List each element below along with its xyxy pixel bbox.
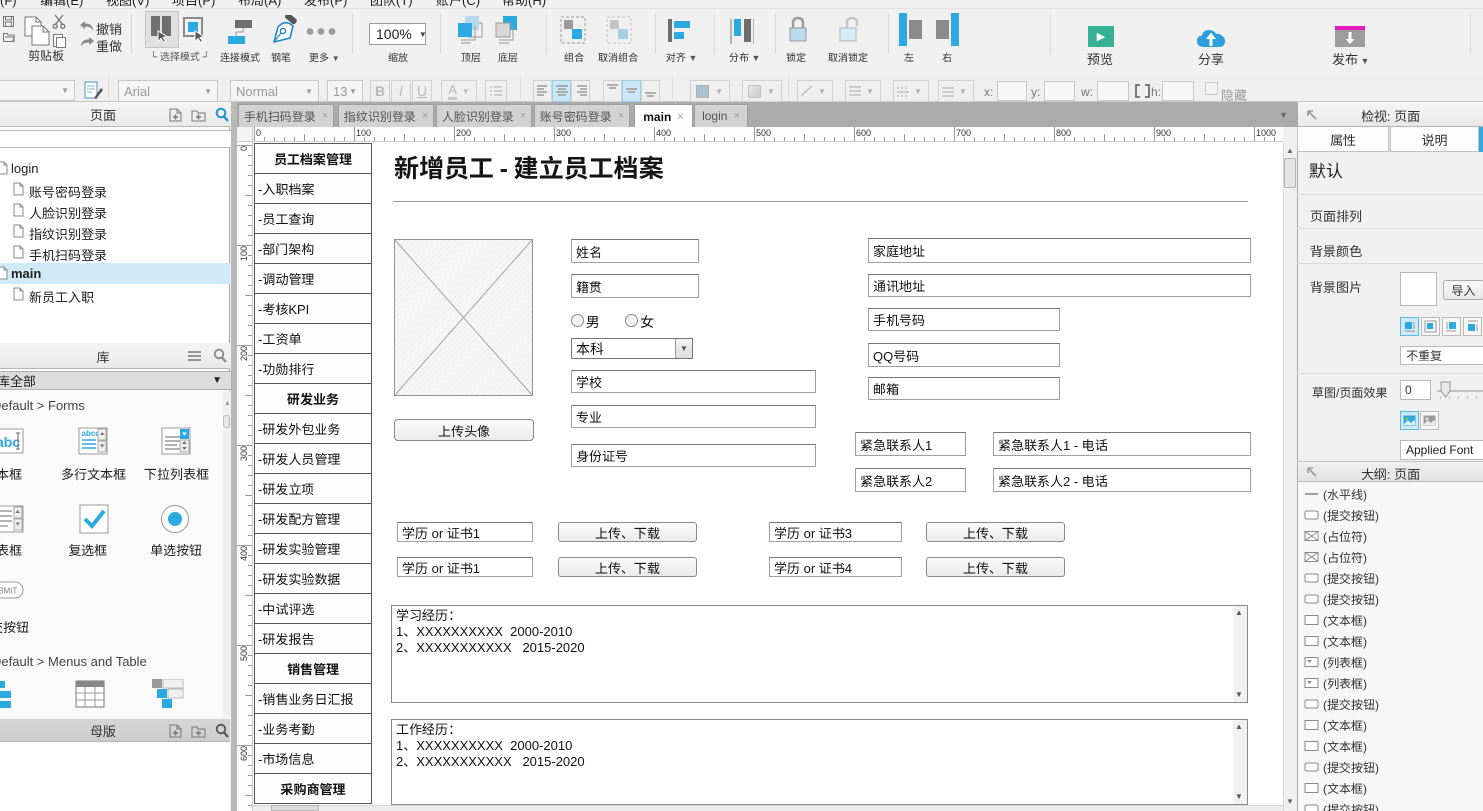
svg-text:SUBMIT: SUBMIT [0,587,17,596]
svg-text:abcd: abcd [82,429,101,438]
svg-text:abc: abc [0,434,20,450]
